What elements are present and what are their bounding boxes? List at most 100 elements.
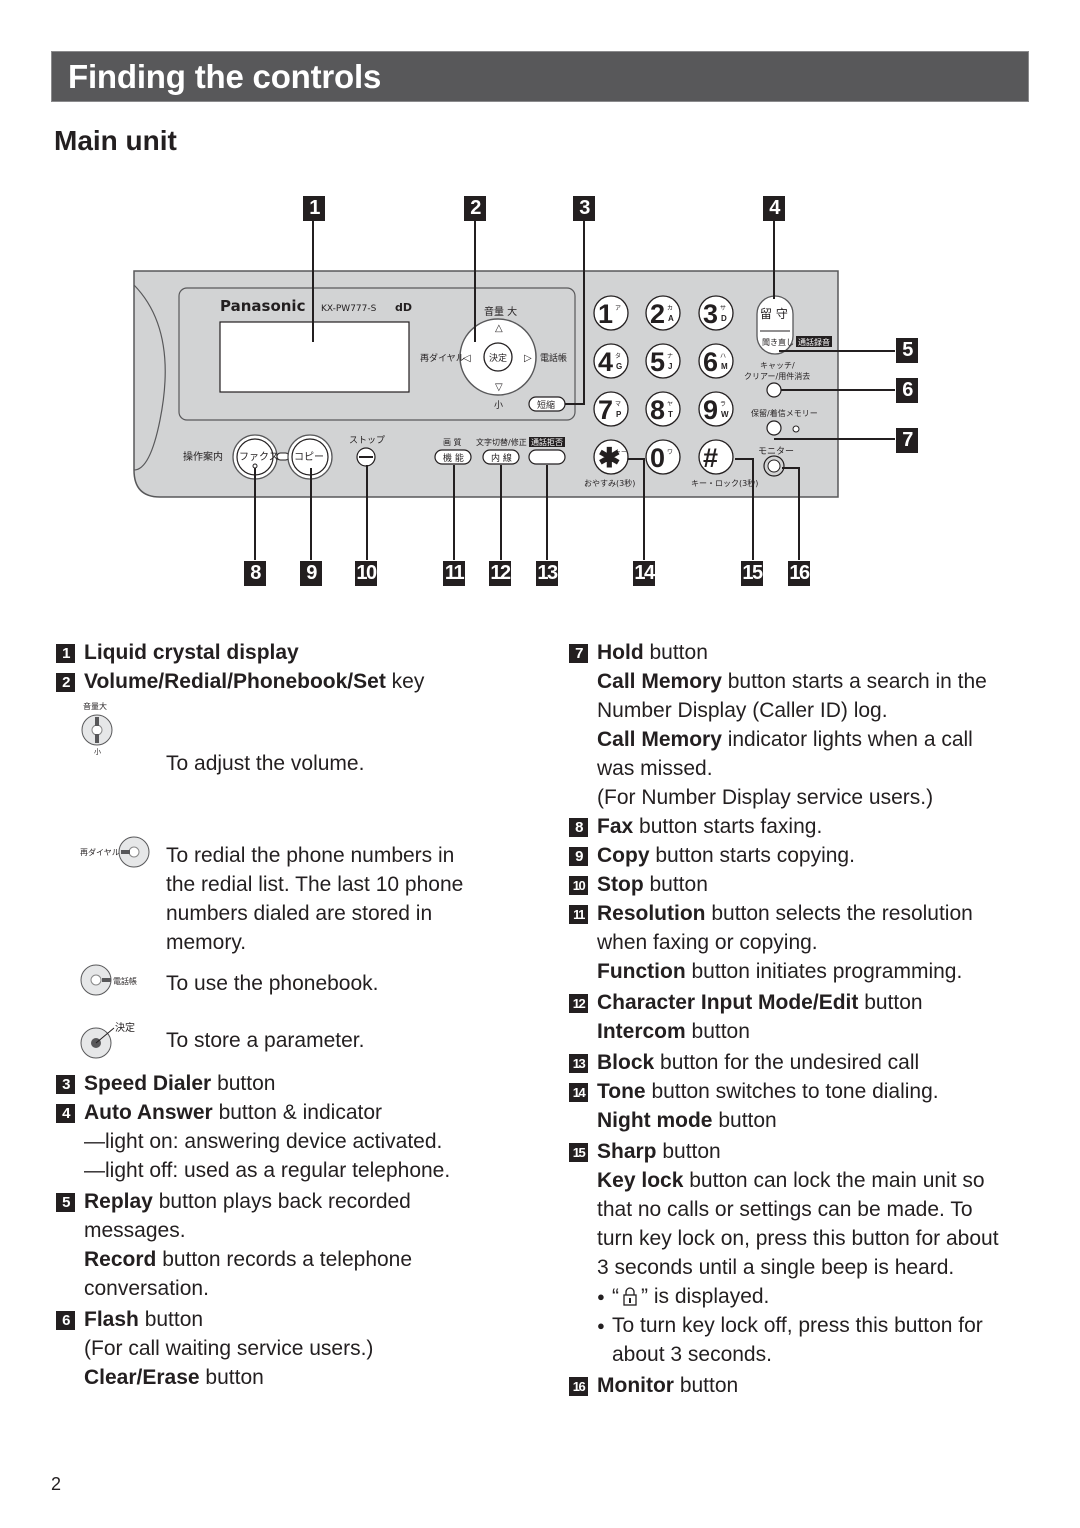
- svg-text:操作案内: 操作案内: [183, 450, 223, 463]
- keypad-key-1: 1ア: [593, 295, 629, 331]
- logo-mark: dD: [395, 301, 412, 314]
- callout-1: 1: [303, 196, 325, 221]
- block-key: [528, 449, 566, 465]
- svg-text:5: 5: [650, 347, 665, 377]
- keypad-key-5: 5 ナJ: [645, 343, 681, 379]
- svg-text:ファクス: ファクス: [239, 451, 279, 463]
- item-13: 13 Block button for the undesired call: [569, 1048, 1029, 1077]
- svg-text:D: D: [721, 314, 727, 323]
- svg-text:ラ: ラ: [720, 401, 726, 408]
- phonebook-description: To use the phonebook.: [166, 972, 379, 995]
- keypad-key-hash: #: [698, 439, 734, 475]
- keypad-key-2: 2 カA: [645, 295, 681, 331]
- item-1: 1 Liquid crystal display: [56, 638, 546, 667]
- svg-text:M: M: [721, 362, 728, 371]
- callout-13: 13: [536, 561, 558, 586]
- svg-text:小: 小: [94, 747, 101, 756]
- volume-down-label: 小: [494, 400, 503, 411]
- svg-text:9: 9: [703, 395, 718, 425]
- svg-text:聞き直し: 聞き直し: [762, 337, 794, 347]
- svg-text:キー・ロック(3秒): キー・ロック(3秒): [691, 478, 758, 488]
- callout-16: 16: [788, 561, 810, 586]
- lcd-screen: [219, 321, 410, 393]
- svg-text:保留/着信メモリー: 保留/着信メモリー: [751, 408, 818, 418]
- item-3: 3 Speed Dialer button: [56, 1069, 546, 1098]
- callout-5: 5: [896, 338, 918, 363]
- set-label: 決定: [489, 352, 507, 364]
- svg-text:2: 2: [650, 299, 665, 329]
- callout-7: 7: [896, 428, 918, 453]
- callout-9: 9: [300, 561, 322, 586]
- svg-text:コピー: コピー: [294, 451, 324, 463]
- item-7: 7 Hold button Call Memory button starts …: [569, 638, 1029, 812]
- svg-text:タ: タ: [615, 352, 621, 360]
- keypad-key-3: 3 サD: [698, 295, 734, 331]
- svg-text:A: A: [668, 314, 674, 323]
- item-15: 15 Sharp button Key lock button can lock…: [569, 1137, 1029, 1369]
- set-key-icon: 決定: [80, 1021, 135, 1059]
- page-title: Finding the controls: [68, 58, 382, 95]
- item-12: 12 Character Input Mode/Edit button Inte…: [569, 988, 1029, 1046]
- svg-text:ハ: ハ: [720, 353, 726, 360]
- svg-text:W: W: [721, 410, 729, 419]
- redial-label: 再ダイヤル: [420, 352, 465, 364]
- svg-text:機 能: 機 能: [443, 452, 464, 464]
- item-8: 8 Fax button starts faxing.: [569, 812, 1029, 841]
- section-title: Main unit: [54, 125, 177, 156]
- svg-text:おやすみ(3秒): おやすみ(3秒): [584, 478, 635, 488]
- callout-10: 10: [355, 561, 377, 586]
- phonebook-label: 電話帳: [540, 352, 567, 364]
- volume-key-icon: 音量大 小: [81, 701, 113, 756]
- item-6: 6 Flash button (For call waiting service…: [56, 1305, 546, 1392]
- set-description: To store a parameter.: [166, 1029, 365, 1052]
- item-2: 2 Volume/Redial/Phonebook/Set key: [56, 667, 546, 696]
- call-memory-indicator: [792, 425, 800, 433]
- redial-key-icon: 再ダイヤル: [80, 836, 150, 868]
- svg-text:内 線: 内 線: [491, 452, 512, 464]
- svg-text:クリアー/用件消去: クリアー/用件消去: [744, 371, 810, 381]
- redial-description: To redial the phone numbers in the redia…: [166, 844, 464, 954]
- item-10: 10 Stop button: [569, 870, 1029, 899]
- svg-text:文字切替/修正: 文字切替/修正: [476, 437, 527, 447]
- svg-text:△: △: [495, 323, 503, 334]
- svg-text:#: #: [703, 443, 718, 473]
- svg-text:6: 6: [703, 347, 718, 377]
- svg-text:カ: カ: [667, 305, 673, 312]
- callout-11: 11: [443, 561, 465, 586]
- svg-text:通話録音: 通話録音: [798, 337, 830, 347]
- item-16: 16 Monitor button: [569, 1371, 1029, 1400]
- keypad-key-7: 7 マP: [593, 391, 629, 427]
- callout-3: 3: [573, 196, 595, 221]
- hold-key: [766, 420, 782, 436]
- svg-text:ヤ: ヤ: [667, 401, 673, 408]
- brand-logo: Panasonic: [220, 297, 305, 315]
- item-5: 5 Replay button plays back recorded mess…: [56, 1187, 546, 1303]
- svg-text:マ: マ: [615, 401, 621, 408]
- callout-8: 8: [244, 561, 266, 586]
- svg-text:1: 1: [598, 299, 613, 329]
- keypad-key-6: 6 ハM: [698, 343, 734, 379]
- key-usage-list: 音量大 小 To adjust the volume. 再ダイヤル To red…: [56, 696, 546, 1026]
- svg-text:キャッチ/: キャッチ/: [760, 361, 795, 370]
- keypad-key-0: 0ワ: [645, 439, 681, 475]
- svg-text:J: J: [668, 362, 672, 371]
- svg-text:ナ: ナ: [667, 353, 673, 360]
- volume-description: To adjust the volume.: [166, 752, 365, 775]
- svg-text:0: 0: [650, 443, 665, 473]
- bullet-lock-off: To turn key lock off, press this button …: [597, 1311, 1029, 1340]
- svg-text:▷: ▷: [524, 353, 532, 364]
- model-number: KX-PW777-S: [321, 304, 377, 314]
- keypad-key-4: 4 タG: [593, 343, 629, 379]
- lock-icon: [623, 1287, 637, 1306]
- svg-text:トー: トー: [615, 449, 627, 456]
- svg-text:3: 3: [703, 299, 718, 329]
- svg-text:ストップ: ストップ: [349, 435, 385, 446]
- item-14: 14 Tone button switches to tone dialing.…: [569, 1077, 1029, 1135]
- svg-text:サ: サ: [720, 305, 726, 312]
- device-illustration: .jp { font-family: "DejaVu Sans", sans-s…: [133, 270, 839, 498]
- svg-text:モニター: モニター: [758, 446, 794, 457]
- svg-text:決定: 決定: [115, 1021, 135, 1034]
- callout-6: 6: [896, 378, 918, 403]
- callout-15: 15: [741, 561, 763, 586]
- svg-text:▽: ▽: [495, 382, 503, 393]
